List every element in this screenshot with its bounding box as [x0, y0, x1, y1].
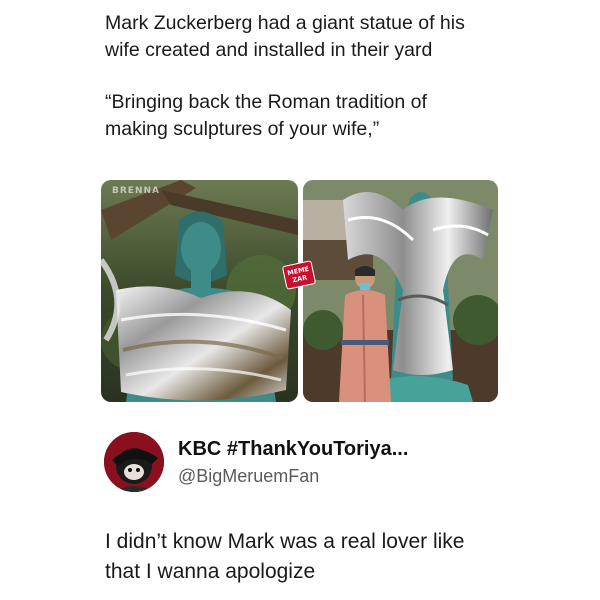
- statue-full-photo[interactable]: [303, 180, 498, 402]
- display-name[interactable]: KBC #ThankYouToriya...: [178, 438, 408, 461]
- reply-line-1: I didn’t know Mark was a real lover like: [105, 530, 465, 553]
- reply-text: I didn’t know Mark was a real lover like…: [105, 527, 525, 587]
- post-quote: “Bringing back the Roman tradition of ma…: [105, 89, 525, 143]
- post-headline: Mark Zuckerberg had a giant statue of hi…: [105, 10, 525, 64]
- headline-line-1: Mark Zuckerberg had a giant statue of hi…: [105, 12, 465, 34]
- user-handle[interactable]: @BigMeruemFan: [178, 466, 319, 487]
- quote-line-2: making sculptures of your wife,”: [105, 118, 380, 140]
- photo-watermark: BRENNA: [112, 186, 160, 196]
- statue-closeup-photo[interactable]: [101, 180, 298, 402]
- headline-line-2: wife created and installed in their yard: [105, 39, 433, 61]
- quote-line-1: “Bringing back the Roman tradition of: [105, 91, 427, 113]
- reply-line-2: that I wanna apologize: [105, 560, 316, 583]
- avatar[interactable]: [104, 432, 164, 492]
